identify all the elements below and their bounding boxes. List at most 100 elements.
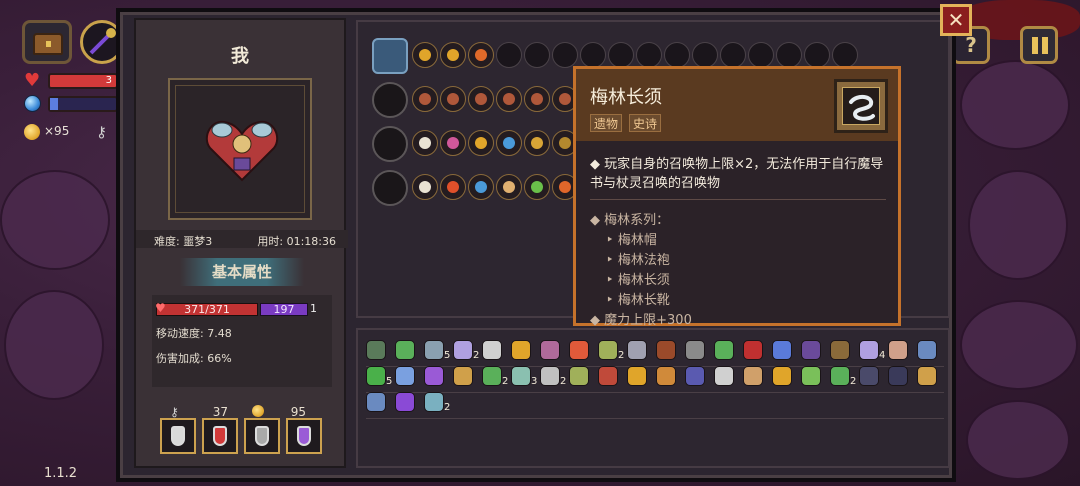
inventory-item[interactable] — [567, 338, 591, 362]
chest-weapon-icon[interactable] — [372, 38, 408, 74]
inventory-item[interactable] — [770, 364, 794, 388]
relic-slot[interactable] — [496, 174, 522, 200]
empty-slot[interactable] — [524, 42, 550, 68]
relic-slot[interactable] — [412, 174, 438, 200]
item-icon — [917, 366, 937, 386]
potion-icon — [171, 426, 185, 446]
relic-slot[interactable] — [524, 86, 550, 112]
inventory-item[interactable]: 5 — [422, 338, 450, 362]
set-item: ‣ 梅林长靴 — [606, 293, 670, 308]
item-icon — [511, 366, 531, 386]
empty-slot[interactable] — [496, 42, 522, 68]
move-speed-stat: 移动速度: 7.48 — [156, 327, 232, 340]
empty-slot[interactable] — [636, 42, 662, 68]
item-icon — [598, 366, 618, 386]
inventory-item[interactable] — [770, 338, 794, 362]
inventory-item[interactable] — [654, 364, 678, 388]
inventory-item[interactable] — [596, 364, 620, 388]
blade-weapon-icon[interactable] — [372, 126, 408, 162]
relic-slot[interactable] — [440, 130, 466, 156]
empty-slot[interactable] — [748, 42, 774, 68]
empty-slot[interactable] — [580, 42, 606, 68]
inventory-item[interactable] — [799, 338, 823, 362]
inventory-item[interactable]: 2 — [538, 364, 566, 388]
inventory-item[interactable]: 5 — [364, 364, 392, 388]
inventory-item[interactable] — [422, 364, 446, 388]
inventory-item[interactable] — [393, 390, 417, 414]
item-icon — [424, 340, 444, 360]
stat-text: 魔力上限+300 — [604, 313, 692, 328]
relic-slot[interactable] — [412, 86, 438, 112]
inventory-item[interactable] — [915, 364, 939, 388]
inventory-item[interactable] — [886, 338, 910, 362]
empty-slot[interactable] — [692, 42, 718, 68]
relic-slot[interactable] — [468, 86, 494, 112]
inventory-item[interactable] — [480, 338, 504, 362]
potion-grey-slot[interactable] — [244, 418, 280, 454]
inventory-item[interactable]: 2 — [828, 364, 856, 388]
potion-red-slot[interactable] — [202, 418, 238, 454]
inventory-item[interactable]: 2 — [480, 364, 508, 388]
inventory-item[interactable] — [828, 338, 852, 362]
inventory-item[interactable] — [538, 338, 562, 362]
inventory-item[interactable] — [509, 338, 533, 362]
empty-slot[interactable] — [720, 42, 746, 68]
staff-weapon-icon[interactable] — [372, 82, 408, 118]
inventory-item[interactable] — [915, 338, 939, 362]
empty-slot[interactable] — [804, 42, 830, 68]
pause-button[interactable] — [1020, 26, 1058, 64]
inventory-item[interactable] — [364, 338, 388, 362]
relic-slot[interactable] — [440, 86, 466, 112]
empty-slot[interactable] — [832, 42, 858, 68]
relic-slot[interactable] — [468, 42, 494, 68]
relic-slot[interactable] — [440, 174, 466, 200]
chest-icon[interactable] — [22, 20, 72, 64]
item-icon — [482, 340, 502, 360]
empty-slot[interactable] — [608, 42, 634, 68]
inventory-item[interactable] — [567, 364, 591, 388]
inventory-item[interactable] — [857, 364, 881, 388]
character-hp-bar: 371/371 — [156, 303, 258, 316]
relic-slot[interactable] — [468, 174, 494, 200]
inventory-item[interactable] — [886, 364, 910, 388]
inventory-item[interactable] — [393, 364, 417, 388]
inventory-item[interactable] — [741, 364, 765, 388]
inventory-item[interactable] — [712, 338, 736, 362]
inventory-item[interactable] — [625, 338, 649, 362]
empty-slot[interactable] — [664, 42, 690, 68]
inventory-item[interactable]: 2 — [422, 390, 450, 414]
inventory-item[interactable] — [364, 390, 388, 414]
potion-purple-slot[interactable] — [286, 418, 322, 454]
inventory-item[interactable] — [683, 338, 707, 362]
inventory-item[interactable] — [712, 364, 736, 388]
item-count: 2 — [618, 350, 625, 361]
relic-slot[interactable] — [412, 42, 438, 68]
inventory-item[interactable]: 2 — [451, 338, 479, 362]
relic-slot[interactable] — [412, 130, 438, 156]
inventory-item[interactable]: 4 — [857, 338, 885, 362]
inventory-panel: 5 2 2 4 5 2 3 2 2 2 — [356, 328, 950, 468]
close-button[interactable]: ✕ — [940, 4, 972, 36]
empty-slot[interactable] — [776, 42, 802, 68]
inventory-item[interactable] — [654, 338, 678, 362]
relic-slot[interactable] — [496, 86, 522, 112]
relic-slot[interactable] — [468, 130, 494, 156]
inventory-item[interactable]: 2 — [596, 338, 624, 362]
inventory-item[interactable] — [683, 364, 707, 388]
item-count: 4 — [879, 350, 886, 361]
wand-weapon-icon[interactable] — [372, 170, 408, 206]
shield-bar: 197 — [260, 303, 308, 316]
item-count: 5 — [444, 350, 451, 361]
inventory-item[interactable] — [799, 364, 823, 388]
empty-slot[interactable] — [552, 42, 578, 68]
relic-slot[interactable] — [440, 42, 466, 68]
relic-slot[interactable] — [524, 174, 550, 200]
inventory-item[interactable] — [393, 338, 417, 362]
inventory-item[interactable] — [625, 364, 649, 388]
relic-slot[interactable] — [524, 130, 550, 156]
potion-white-slot[interactable] — [160, 418, 196, 454]
relic-slot[interactable] — [496, 130, 522, 156]
inventory-item[interactable] — [741, 338, 765, 362]
inventory-item[interactable] — [451, 364, 475, 388]
inventory-item[interactable]: 3 — [509, 364, 537, 388]
